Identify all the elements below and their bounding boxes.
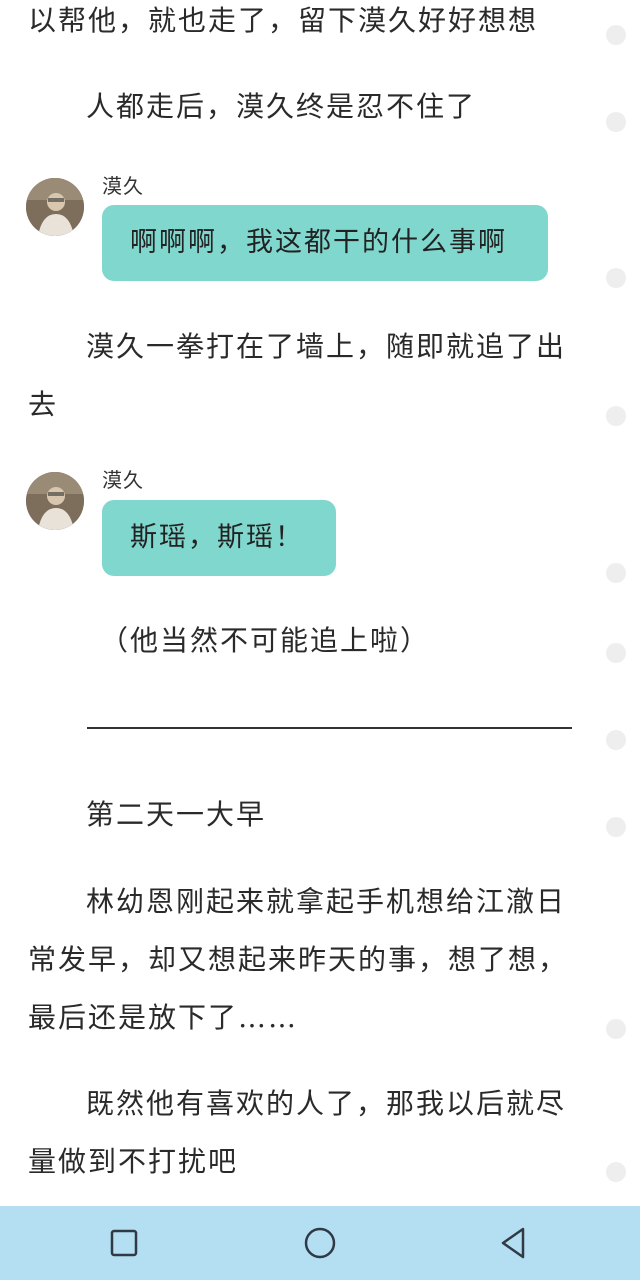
story-paragraph: （他当然不可能追上啦） <box>100 624 431 657</box>
story-paragraph: 第二天一大早 <box>86 798 267 831</box>
circle-icon <box>304 1227 336 1259</box>
paragraph-comment-dot[interactable] <box>606 563 626 583</box>
story-paragraph: 漠久一拳打在了墙上，随即就追了出 去 <box>28 330 567 421</box>
paragraph-comment-dot[interactable] <box>606 406 626 426</box>
paragraph-comment-dot[interactable] <box>606 643 626 663</box>
paragraph-comment-dot[interactable] <box>606 1019 626 1039</box>
story-paragraph: 既然他有喜欢的人了，那我以后就尽 量做到不打扰吧 <box>28 1087 567 1178</box>
paragraph-comment-dot[interactable] <box>606 25 626 45</box>
chat-bubble[interactable]: 啊啊啊，我这都干的什么事啊 <box>102 205 548 281</box>
paragraph-comment-dot[interactable] <box>606 112 626 132</box>
back-button[interactable] <box>494 1224 532 1262</box>
system-navigation-bar <box>0 1206 640 1280</box>
avatar[interactable] <box>26 472 84 530</box>
avatar-photo-icon <box>26 472 84 530</box>
speaker-name: 漠久 <box>102 468 144 492</box>
story-paragraph: 以帮他，就也走了，留下漠久好好想想 <box>28 4 539 37</box>
chat-bubble[interactable]: 斯瑶，斯瑶！ <box>102 500 336 576</box>
paragraph-comment-dot[interactable] <box>606 268 626 288</box>
recents-button[interactable] <box>105 1224 143 1262</box>
speaker-name: 漠久 <box>102 174 144 198</box>
avatar-photo-icon <box>26 178 84 236</box>
home-button[interactable] <box>301 1224 339 1262</box>
avatar[interactable] <box>26 178 84 236</box>
square-icon <box>110 1229 138 1257</box>
paragraph-comment-dot[interactable] <box>606 1162 626 1182</box>
paragraph-comment-dot[interactable] <box>606 730 626 750</box>
section-divider <box>87 727 572 729</box>
triangle-back-icon <box>501 1227 525 1259</box>
paragraph-comment-dot[interactable] <box>606 817 626 837</box>
story-paragraph: 林幼恩刚起来就拿起手机想给江澈日 常发早，却又想起来昨天的事，想了想， 最后还是… <box>28 885 569 1034</box>
story-paragraph: 人都走后，漠久终是忍不住了 <box>86 90 477 123</box>
